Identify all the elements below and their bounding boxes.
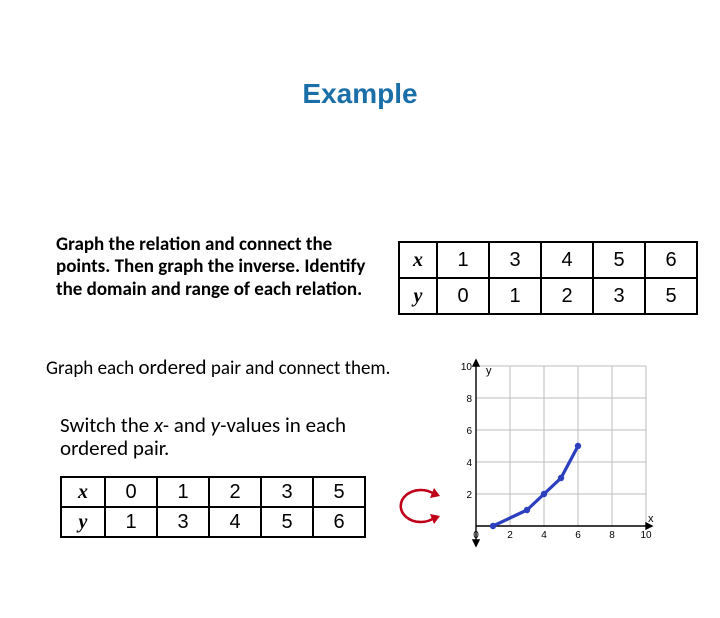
table-header-x: x (399, 242, 437, 278)
xtick: 8 (609, 530, 615, 541)
cell: 2 (209, 477, 261, 507)
xtick: 10 (640, 530, 652, 541)
step-2-text: Switch the x- and y-values in each order… (60, 414, 404, 460)
cell: 1 (157, 477, 209, 507)
step1-pre: Graph each (46, 357, 138, 380)
cell: 5 (645, 278, 697, 314)
cell: 1 (105, 507, 157, 537)
ytick: 8 (466, 394, 472, 405)
xtick: 0 (473, 530, 479, 541)
step-1-text: Graph each ordered pair and connect them… (46, 354, 436, 380)
cell: 4 (209, 507, 261, 537)
table-header-y: y (399, 278, 437, 314)
table-row: y 0 1 2 3 5 (399, 278, 697, 314)
table-row: x 1 3 4 5 6 (399, 242, 697, 278)
cell: 5 (593, 242, 645, 278)
ytick: 4 (466, 458, 472, 469)
xtick: 2 (507, 530, 513, 541)
chart-series-line (493, 446, 578, 526)
ytick: 10 (461, 362, 473, 373)
step2-mid: and (174, 412, 211, 438)
cell: 4 (541, 242, 593, 278)
xtick: 4 (541, 530, 547, 541)
cell: 5 (261, 507, 313, 537)
cell: 0 (105, 477, 157, 507)
cell: 1 (489, 278, 541, 314)
cell: 6 (645, 242, 697, 278)
swap-arrow-icon (390, 478, 444, 532)
problem-instructions: Graph the relation and connect the point… (56, 234, 376, 301)
cell: 6 (313, 507, 365, 537)
chart-y-label: y (486, 365, 492, 377)
cell: 3 (593, 278, 645, 314)
cell: 1 (437, 242, 489, 278)
cell: 2 (541, 278, 593, 314)
cell: 5 (313, 477, 365, 507)
step2-x: x- (154, 412, 174, 438)
step1-mid: ordered (138, 354, 206, 380)
table-row: y 1 3 4 5 6 (61, 507, 365, 537)
page-title: Example (0, 78, 720, 110)
inverse-table: x 0 1 2 3 5 y 1 3 4 5 6 (60, 476, 366, 538)
table-row: x 0 1 2 3 5 (61, 477, 365, 507)
cell: 3 (489, 242, 541, 278)
cell: 3 (157, 507, 209, 537)
relation-table: x 1 3 4 5 6 y 0 1 2 3 5 (398, 241, 698, 315)
ytick: 6 (466, 426, 472, 437)
chart: y x 10 8 6 4 2 0 2 4 6 8 10 (452, 358, 660, 550)
cell: 0 (437, 278, 489, 314)
step1-post: pair and connect them. (207, 357, 391, 380)
table-header-x: x (61, 477, 105, 507)
chart-series-points (490, 443, 581, 529)
chart-x-label: x (648, 513, 654, 525)
step2-pre: Switch the (60, 412, 154, 438)
ytick: 2 (466, 490, 472, 501)
table-header-y: y (61, 507, 105, 537)
cell: 3 (261, 477, 313, 507)
xtick: 6 (575, 530, 581, 541)
step2-y: y- (211, 412, 227, 438)
